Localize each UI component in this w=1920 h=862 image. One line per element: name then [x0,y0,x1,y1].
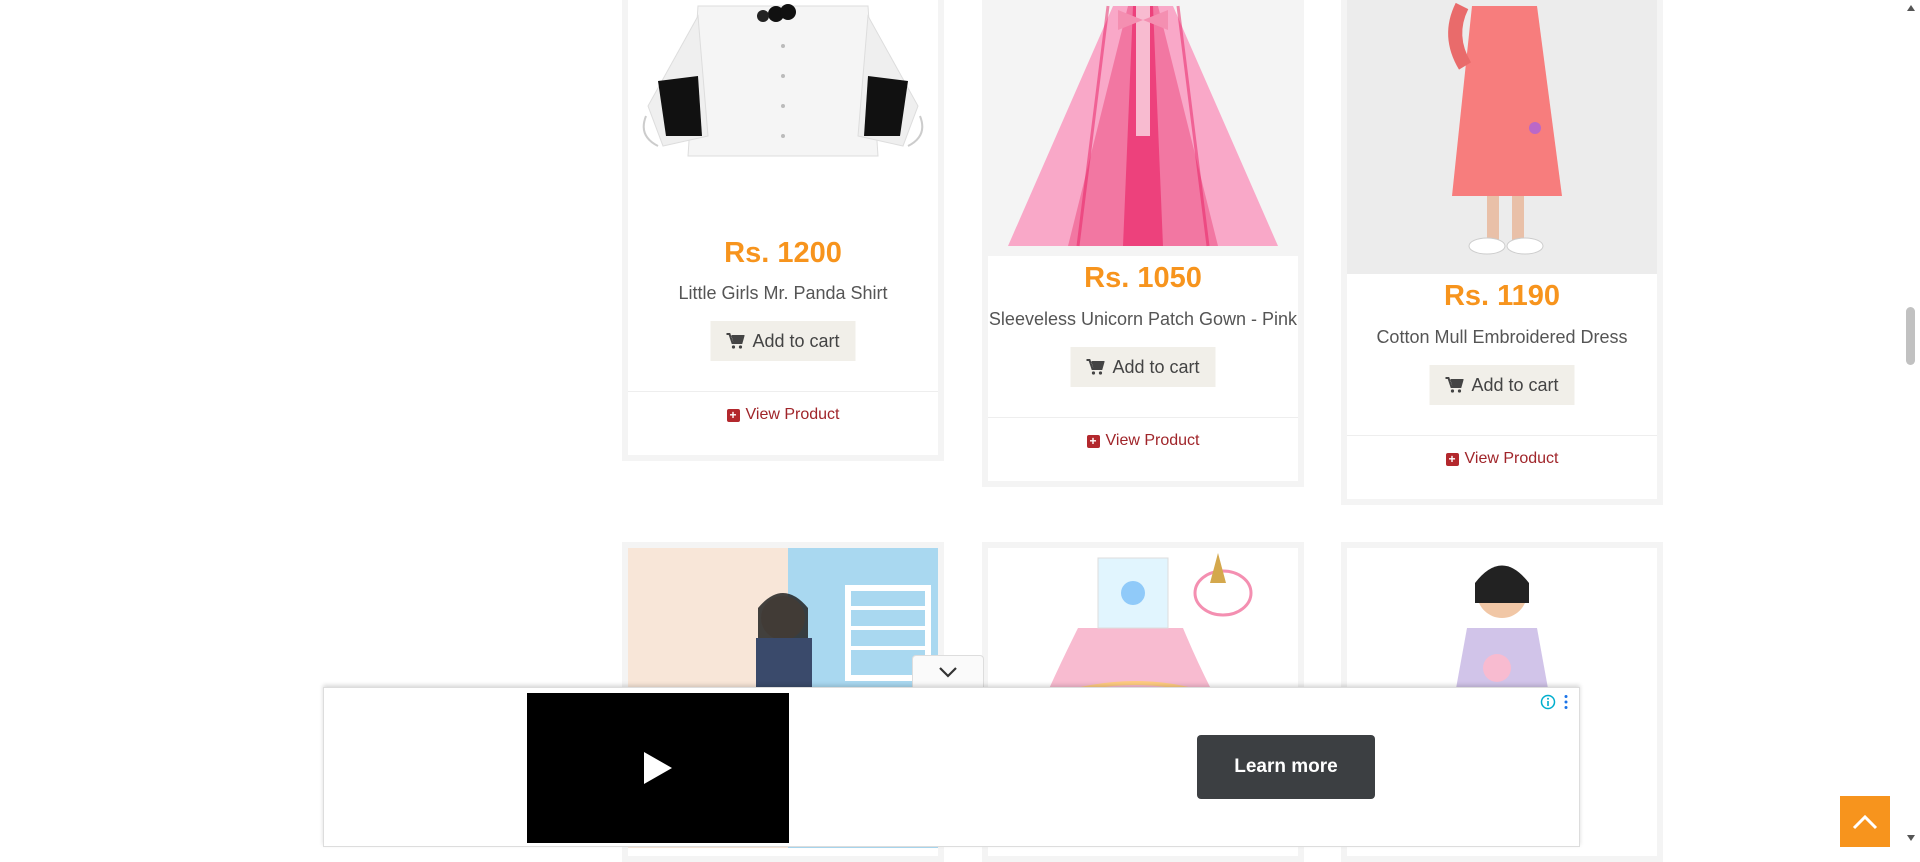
view-product-link[interactable]: + View Product [628,406,938,424]
scroll-down-arrow-icon[interactable] [1906,834,1916,842]
scrollbar-thumb[interactable] [1906,307,1915,365]
cart-icon [1086,359,1105,375]
more-vertical-icon[interactable] [1563,694,1569,710]
product-card: Rs. 1200 Little Girls Mr. Panda Shirt Ad… [622,0,944,461]
cart-icon [726,333,745,349]
product-name[interactable]: Little Girls Mr. Panda Shirt [628,283,938,304]
play-icon[interactable] [642,750,674,786]
add-to-cart-button[interactable]: Add to cart [710,321,856,361]
plus-square-icon: + [726,408,740,422]
plus-square-icon: + [1445,452,1459,466]
product-name[interactable]: Cotton Mull Embroidered Dress [1347,327,1657,348]
add-to-cart-button[interactable]: Add to cart [1429,365,1575,405]
add-to-cart-label: Add to cart [1471,375,1559,395]
view-product-label: View Product [1464,450,1559,467]
ad-video-player[interactable] [527,693,789,843]
plus-square-icon: + [1086,434,1100,448]
learn-more-button[interactable]: Learn more [1197,735,1375,799]
view-product-label: View Product [745,406,840,423]
back-to-top-button[interactable] [1840,796,1890,847]
add-to-cart-label: Add to cart [1112,357,1200,377]
view-product-label: View Product [1105,432,1200,449]
add-to-cart-button[interactable]: Add to cart [1070,347,1216,387]
chevron-down-icon [939,666,957,678]
add-to-cart-label: Add to cart [752,331,840,351]
divider [988,417,1298,418]
product-card: Rs. 1190 Cotton Mull Embroidered Dress A… [1341,0,1663,505]
product-price: Rs. 1200 [724,237,842,269]
divider [1347,435,1657,436]
cart-icon [1445,377,1464,393]
view-product-link[interactable]: + View Product [1347,450,1657,468]
view-product-link[interactable]: + View Product [988,432,1298,450]
divider [628,391,938,392]
product-card: Rs. 1050 Sleeveless Unicorn Patch Gown -… [982,0,1304,487]
product-name[interactable]: Sleeveless Unicorn Patch Gown - Pink [988,309,1298,330]
product-price: Rs. 1190 [1443,280,1561,312]
info-icon[interactable] [1540,694,1556,710]
product-image[interactable] [1347,0,1657,274]
product-image[interactable] [988,0,1298,256]
product-image[interactable] [628,0,938,206]
scroll-up-arrow-icon[interactable] [1906,4,1916,12]
ad-banner [323,687,1580,847]
product-price: Rs. 1050 [1084,262,1202,294]
scrollbar-track[interactable] [1903,0,1920,847]
chevron-up-icon [1852,814,1878,829]
ad-collapse-button[interactable] [912,655,984,687]
